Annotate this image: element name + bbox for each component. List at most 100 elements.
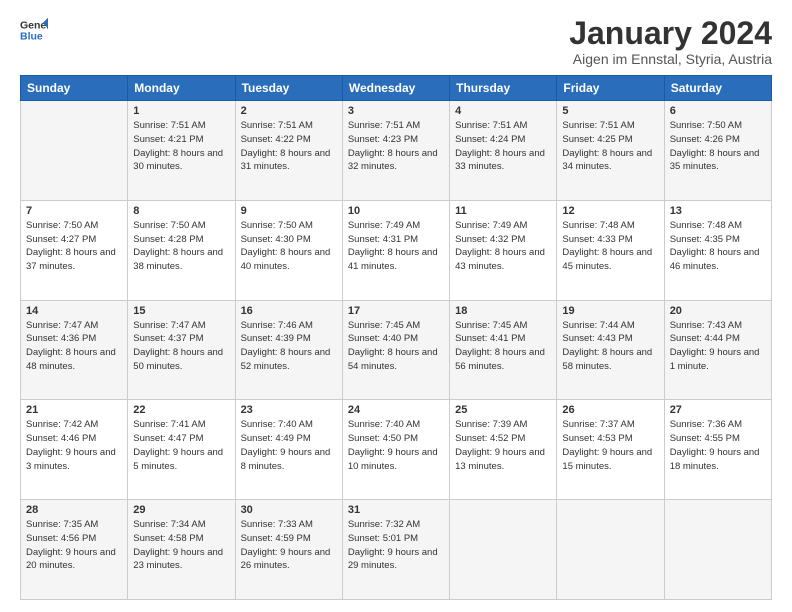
day-info: Sunrise: 7:43 AMSunset: 4:44 PMDaylight:… <box>670 319 766 374</box>
table-cell <box>21 101 128 201</box>
day-number: 19 <box>562 305 658 317</box>
day-number: 14 <box>26 305 122 317</box>
day-number: 27 <box>670 404 766 416</box>
col-sunday: Sunday <box>21 76 128 101</box>
table-cell: 3 Sunrise: 7:51 AMSunset: 4:23 PMDaylight… <box>342 101 449 201</box>
table-cell: 6Sunrise: 7:50 AMSunset: 4:26 PMDaylight… <box>664 101 771 201</box>
day-info: Sunrise: 7:46 AMSunset: 4:39 PMDaylight:… <box>241 319 337 374</box>
table-cell: 15 Sunrise: 7:47 AMSunset: 4:37 PMDayligh… <box>128 300 235 400</box>
table-cell <box>450 500 557 600</box>
table-cell: 13Sunrise: 7:48 AMSunset: 4:35 PMDayligh… <box>664 200 771 300</box>
day-info: Sunrise: 7:51 AMSunset: 4:22 PMDaylight:… <box>241 119 337 174</box>
day-number: 10 <box>348 205 444 217</box>
day-info: Sunrise: 7:50 AMSunset: 4:30 PMDaylight:… <box>241 219 337 274</box>
day-info: Sunrise: 7:51 AMSunset: 4:24 PMDaylight:… <box>455 119 551 174</box>
day-info: Sunrise: 7:50 AMSunset: 4:28 PMDaylight:… <box>133 219 229 274</box>
day-info: Sunrise: 7:33 AMSunset: 4:59 PMDaylight:… <box>241 518 337 573</box>
day-info: Sunrise: 7:47 AMSunset: 4:36 PMDaylight:… <box>26 319 122 374</box>
table-cell: 10 Sunrise: 7:49 AMSunset: 4:31 PMDayligh… <box>342 200 449 300</box>
table-row: 21 Sunrise: 7:42 AMSunset: 4:46 PMDayligh… <box>21 400 772 500</box>
day-number: 20 <box>670 305 766 317</box>
day-number: 16 <box>241 305 337 317</box>
day-info: Sunrise: 7:51 AMSunset: 4:23 PMDaylight:… <box>348 119 444 174</box>
day-info: Sunrise: 7:36 AMSunset: 4:55 PMDaylight:… <box>670 418 766 473</box>
day-number: 13 <box>670 205 766 217</box>
col-thursday: Thursday <box>450 76 557 101</box>
table-cell: 31 Sunrise: 7:32 AMSunset: 5:01 PMDayligh… <box>342 500 449 600</box>
col-monday: Monday <box>128 76 235 101</box>
table-cell: 18 Sunrise: 7:45 AMSunset: 4:41 PMDayligh… <box>450 300 557 400</box>
table-cell: 7 Sunrise: 7:50 AMSunset: 4:27 PMDaylight… <box>21 200 128 300</box>
day-number: 17 <box>348 305 444 317</box>
day-info: Sunrise: 7:48 AMSunset: 4:33 PMDaylight:… <box>562 219 658 274</box>
day-info: Sunrise: 7:32 AMSunset: 5:01 PMDaylight:… <box>348 518 444 573</box>
svg-text:Blue: Blue <box>20 31 43 43</box>
table-cell: 1 Sunrise: 7:51 AMSunset: 4:21 PMDaylight… <box>128 101 235 201</box>
table-cell: 28 Sunrise: 7:35 AMSunset: 4:56 PMDayligh… <box>21 500 128 600</box>
day-number: 8 <box>133 205 229 217</box>
day-number: 30 <box>241 504 337 516</box>
title-block: January 2024 Aigen im Ennstal, Styria, A… <box>569 16 772 67</box>
day-info: Sunrise: 7:44 AMSunset: 4:43 PMDaylight:… <box>562 319 658 374</box>
table-cell: 26Sunrise: 7:37 AMSunset: 4:53 PMDayligh… <box>557 400 664 500</box>
table-row: 14 Sunrise: 7:47 AMSunset: 4:36 PMDayligh… <box>21 300 772 400</box>
table-cell: 21 Sunrise: 7:42 AMSunset: 4:46 PMDayligh… <box>21 400 128 500</box>
day-number: 11 <box>455 205 551 217</box>
table-cell: 8 Sunrise: 7:50 AMSunset: 4:28 PMDaylight… <box>128 200 235 300</box>
day-number: 3 <box>348 105 444 117</box>
day-number: 7 <box>26 205 122 217</box>
day-info: Sunrise: 7:34 AMSunset: 4:58 PMDaylight:… <box>133 518 229 573</box>
col-wednesday: Wednesday <box>342 76 449 101</box>
logo-icon: General Blue <box>20 16 48 44</box>
page-title: January 2024 <box>569 16 772 51</box>
calendar-table: Sunday Monday Tuesday Wednesday Thursday… <box>20 75 772 600</box>
day-number: 12 <box>562 205 658 217</box>
day-number: 9 <box>241 205 337 217</box>
day-info: Sunrise: 7:50 AMSunset: 4:27 PMDaylight:… <box>26 219 122 274</box>
day-number: 28 <box>26 504 122 516</box>
day-info: Sunrise: 7:35 AMSunset: 4:56 PMDaylight:… <box>26 518 122 573</box>
day-number: 24 <box>348 404 444 416</box>
day-info: Sunrise: 7:45 AMSunset: 4:40 PMDaylight:… <box>348 319 444 374</box>
header: General Blue January 2024 Aigen im Ennst… <box>20 16 772 67</box>
day-number: 15 <box>133 305 229 317</box>
day-number: 31 <box>348 504 444 516</box>
day-number: 18 <box>455 305 551 317</box>
table-row: 28 Sunrise: 7:35 AMSunset: 4:56 PMDayligh… <box>21 500 772 600</box>
table-cell: 27 Sunrise: 7:36 AMSunset: 4:55 PMDayligh… <box>664 400 771 500</box>
table-cell: 4 Sunrise: 7:51 AMSunset: 4:24 PMDaylight… <box>450 101 557 201</box>
table-cell: 24 Sunrise: 7:40 AMSunset: 4:50 PMDayligh… <box>342 400 449 500</box>
table-cell: 30 Sunrise: 7:33 AMSunset: 4:59 PMDayligh… <box>235 500 342 600</box>
day-info: Sunrise: 7:45 AMSunset: 4:41 PMDaylight:… <box>455 319 551 374</box>
col-friday: Friday <box>557 76 664 101</box>
day-number: 25 <box>455 404 551 416</box>
day-info: Sunrise: 7:40 AMSunset: 4:50 PMDaylight:… <box>348 418 444 473</box>
table-cell: 16 Sunrise: 7:46 AMSunset: 4:39 PMDayligh… <box>235 300 342 400</box>
page-subtitle: Aigen im Ennstal, Styria, Austria <box>569 51 772 67</box>
table-cell: 11Sunrise: 7:49 AMSunset: 4:32 PMDayligh… <box>450 200 557 300</box>
day-info: Sunrise: 7:47 AMSunset: 4:37 PMDaylight:… <box>133 319 229 374</box>
header-row: Sunday Monday Tuesday Wednesday Thursday… <box>21 76 772 101</box>
table-cell: 29Sunrise: 7:34 AMSunset: 4:58 PMDayligh… <box>128 500 235 600</box>
day-info: Sunrise: 7:42 AMSunset: 4:46 PMDaylight:… <box>26 418 122 473</box>
day-number: 2 <box>241 105 337 117</box>
table-cell: 23Sunrise: 7:40 AMSunset: 4:49 PMDayligh… <box>235 400 342 500</box>
day-info: Sunrise: 7:41 AMSunset: 4:47 PMDaylight:… <box>133 418 229 473</box>
day-info: Sunrise: 7:51 AMSunset: 4:21 PMDaylight:… <box>133 119 229 174</box>
day-number: 21 <box>26 404 122 416</box>
day-info: Sunrise: 7:51 AMSunset: 4:25 PMDaylight:… <box>562 119 658 174</box>
day-number: 5 <box>562 105 658 117</box>
day-number: 1 <box>133 105 229 117</box>
day-info: Sunrise: 7:49 AMSunset: 4:31 PMDaylight:… <box>348 219 444 274</box>
table-cell: 19 Sunrise: 7:44 AMSunset: 4:43 PMDayligh… <box>557 300 664 400</box>
table-cell <box>664 500 771 600</box>
logo: General Blue <box>20 16 48 44</box>
table-cell: 9 Sunrise: 7:50 AMSunset: 4:30 PMDaylight… <box>235 200 342 300</box>
table-cell: 2 Sunrise: 7:51 AMSunset: 4:22 PMDaylight… <box>235 101 342 201</box>
table-cell: 14 Sunrise: 7:47 AMSunset: 4:36 PMDayligh… <box>21 300 128 400</box>
table-cell: 17 Sunrise: 7:45 AMSunset: 4:40 PMDayligh… <box>342 300 449 400</box>
day-number: 4 <box>455 105 551 117</box>
table-cell: 12 Sunrise: 7:48 AMSunset: 4:33 PMDayligh… <box>557 200 664 300</box>
col-tuesday: Tuesday <box>235 76 342 101</box>
svg-text:General: General <box>20 19 48 31</box>
